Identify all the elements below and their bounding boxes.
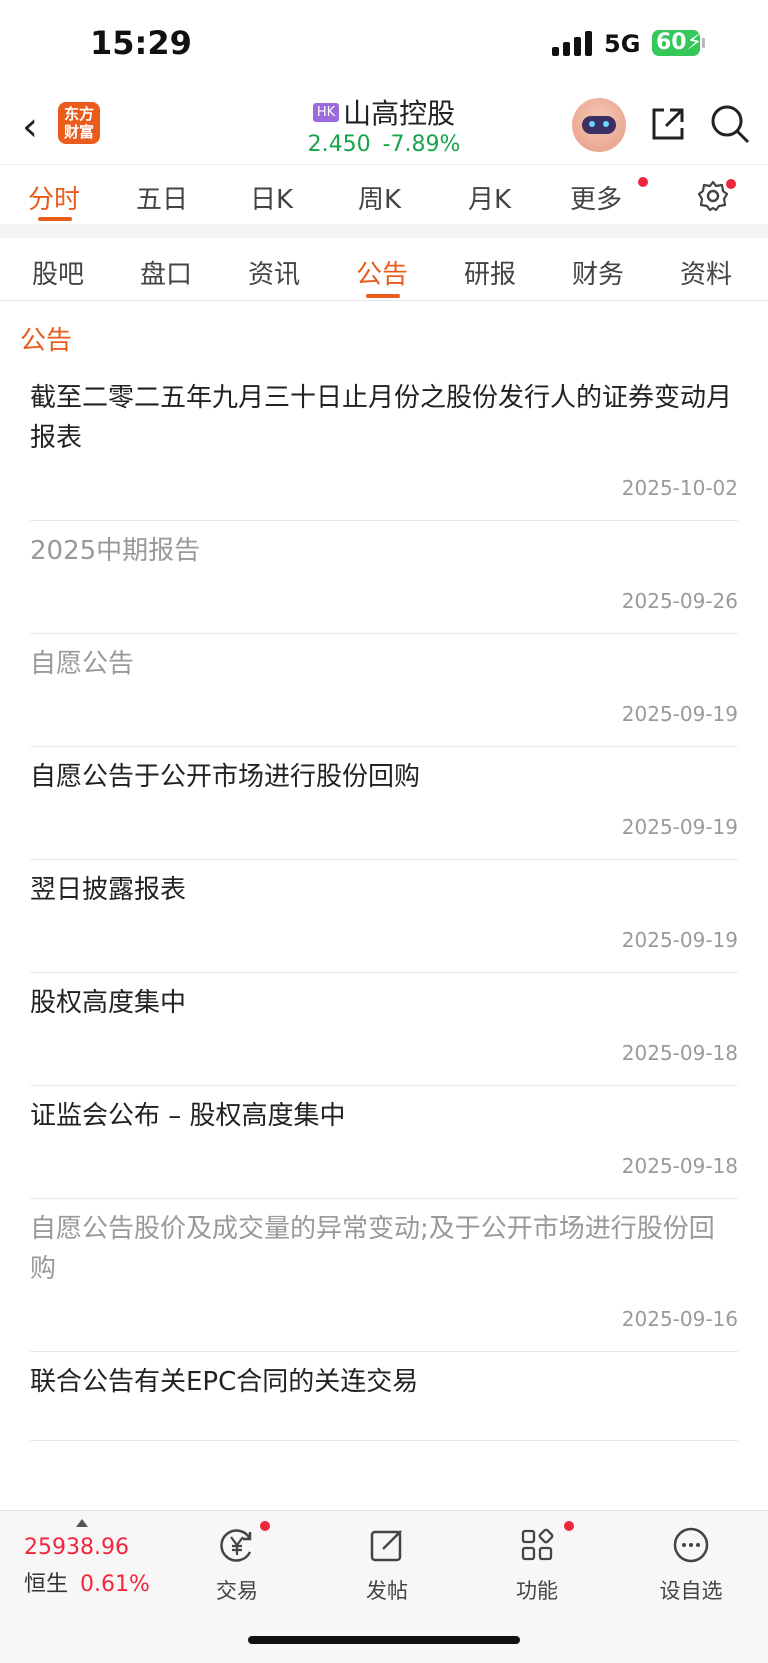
tab-research[interactable]: 研报 xyxy=(464,254,516,291)
stock-header: ‹ 东方 财富 HK 山高控股 2.450 -7.89% xyxy=(0,92,768,164)
announcement-date: 2025-09-19 xyxy=(621,928,738,952)
compose-button[interactable]: 发帖 xyxy=(342,1525,432,1605)
compose-icon xyxy=(370,1530,402,1562)
list-item[interactable]: 证监会公布 – 股权高度集中 2025-09-18 xyxy=(30,1086,738,1199)
settings-badge-dot xyxy=(726,179,736,189)
stock-change: -7.89% xyxy=(382,132,461,157)
announcement-title: 自愿公告股价及成交量的异常变动;及于公开市场进行股份回购 xyxy=(30,1214,715,1284)
announcement-title: 自愿公告于公开市场进行股份回购 xyxy=(30,762,421,792)
tab-five-day[interactable]: 五日 xyxy=(136,179,188,216)
signal-icon xyxy=(552,30,594,56)
tab-announcements[interactable]: 公告 xyxy=(356,254,408,291)
announcement-date xyxy=(30,1402,738,1440)
functions-badge-dot xyxy=(564,1521,574,1531)
active-tab-indicator xyxy=(38,217,72,221)
more-circle-icon xyxy=(673,1527,709,1563)
announcement-date: 2025-09-26 xyxy=(621,589,738,613)
trade-button[interactable]: 交易 xyxy=(192,1525,282,1605)
network-label: 5G xyxy=(604,30,641,58)
index-name: 恒生 xyxy=(24,1572,69,1597)
list-item[interactable]: 自愿公告于公开市场进行股份回购 2025-09-19 xyxy=(30,747,738,860)
announcement-title: 联合公告有关EPC合同的关连交易 xyxy=(30,1367,419,1397)
stock-price: 2.450 xyxy=(307,132,371,157)
battery-level: 60 xyxy=(656,30,687,55)
list-item[interactable]: 翌日披露报表 2025-09-19 xyxy=(30,860,738,973)
active-subtab-indicator xyxy=(366,294,400,298)
tab-intraday[interactable]: 分时 xyxy=(28,179,80,216)
tab-order-book[interactable]: 盘口 xyxy=(140,254,192,291)
battery-icon: 60⚡ xyxy=(652,30,705,56)
index-change: 0.61% xyxy=(80,1572,150,1597)
market-badge: HK xyxy=(312,102,340,122)
functions-button[interactable]: 功能 xyxy=(492,1525,582,1605)
expand-up-icon[interactable] xyxy=(76,1519,88,1527)
settings-gear-icon[interactable] xyxy=(696,179,730,213)
announcement-list: 截至二零二五年九月三十日止月份之股份发行人的证券变动月报表 2025-10-02… xyxy=(0,368,768,1510)
list-item[interactable]: 截至二零二五年九月三十日止月份之股份发行人的证券变动月报表 2025-10-02 xyxy=(30,368,738,521)
trade-yen-icon xyxy=(220,1529,252,1562)
announcement-title: 自愿公告 xyxy=(30,649,135,679)
tab-weekly-k[interactable]: 周K xyxy=(358,179,401,216)
stock-name: 山高控股 xyxy=(343,97,456,130)
announcement-title: 股权高度集中 xyxy=(30,988,187,1018)
add-watchlist-button[interactable]: 设自选 xyxy=(646,1525,736,1605)
trade-badge-dot xyxy=(260,1521,270,1531)
announcement-date: 2025-09-19 xyxy=(621,815,738,839)
index-ticker[interactable]: 25938.96 恒生 0.61% xyxy=(24,1535,150,1598)
home-indicator[interactable] xyxy=(248,1636,520,1644)
announcement-date: 2025-09-18 xyxy=(621,1041,738,1065)
section-title: 公告 xyxy=(20,326,73,356)
tab-news[interactable]: 资讯 xyxy=(248,254,300,291)
add-watchlist-label: 设自选 xyxy=(659,1579,723,1603)
share-icon[interactable] xyxy=(646,102,690,146)
list-item[interactable]: 股权高度集中 2025-09-18 xyxy=(30,973,738,1086)
announcement-title: 证监会公布 – 股权高度集中 xyxy=(30,1101,346,1131)
announcement-title: 2025中期报告 xyxy=(30,536,201,566)
index-value: 25938.96 xyxy=(24,1535,129,1560)
tab-profile[interactable]: 资料 xyxy=(680,254,732,291)
list-item[interactable]: 自愿公告 2025-09-19 xyxy=(30,634,738,747)
search-icon[interactable] xyxy=(708,102,752,146)
info-tabs: 股吧 盘口 资讯 公告 研报 财务 资料 xyxy=(0,238,768,301)
announcement-date: 2025-09-18 xyxy=(621,1154,738,1178)
tab-daily-k[interactable]: 日K xyxy=(250,179,293,216)
list-item[interactable]: 2025中期报告 2025-09-26 xyxy=(30,521,738,634)
status-time: 15:29 xyxy=(90,24,192,62)
tab-more[interactable]: 更多 xyxy=(570,179,622,216)
functions-label: 功能 xyxy=(516,1579,558,1603)
announcement-title: 截至二零二五年九月三十日止月份之股份发行人的证券变动月报表 xyxy=(30,383,733,453)
robot-assistant-icon[interactable] xyxy=(572,98,626,152)
compose-label: 发帖 xyxy=(366,1579,408,1603)
section-divider xyxy=(0,224,768,238)
more-badge-dot xyxy=(638,177,648,187)
chart-period-tabs: 分时 五日 日K 周K 月K 更多 xyxy=(0,164,768,225)
announcement-date: 2025-10-02 xyxy=(621,476,738,500)
announcement-title: 翌日披露报表 xyxy=(30,875,187,905)
list-item[interactable]: 自愿公告股价及成交量的异常变动;及于公开市场进行股份回购 2025-09-16 xyxy=(30,1199,738,1352)
status-bar: 15:29 5G 60⚡ xyxy=(0,0,768,92)
apps-grid-icon xyxy=(521,1528,554,1561)
tab-monthly-k[interactable]: 月K xyxy=(468,179,511,216)
tab-forum[interactable]: 股吧 xyxy=(32,254,84,291)
announcement-date: 2025-09-19 xyxy=(621,702,738,726)
list-item[interactable]: 联合公告有关EPC合同的关连交易 xyxy=(30,1352,738,1441)
tab-financials[interactable]: 财务 xyxy=(572,254,624,291)
announcement-date: 2025-09-16 xyxy=(621,1307,738,1331)
trade-label: 交易 xyxy=(216,1579,258,1603)
